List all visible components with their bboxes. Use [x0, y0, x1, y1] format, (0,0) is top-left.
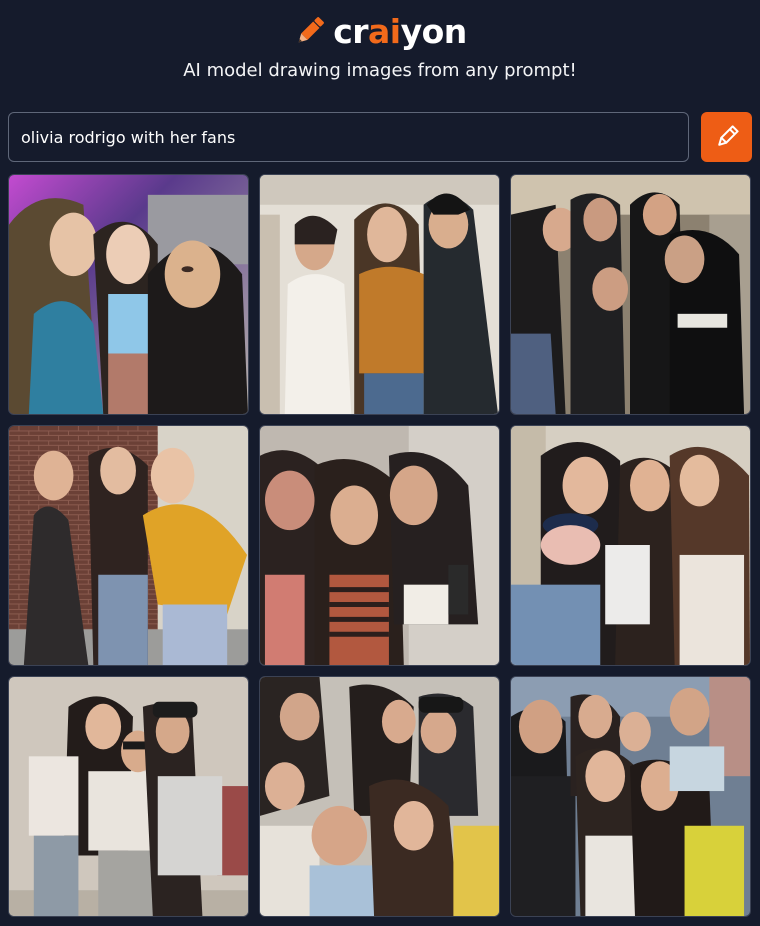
craiyon-page: craiyon AI model drawing images from any…: [0, 0, 760, 926]
result-image-picture: [511, 677, 750, 916]
result-image-5[interactable]: [259, 425, 500, 666]
result-image-9[interactable]: [510, 676, 751, 917]
logo[interactable]: craiyon: [0, 10, 760, 52]
logo-text-accent: ai: [368, 11, 401, 51]
result-image-6[interactable]: [510, 425, 751, 666]
draw-button[interactable]: [701, 112, 752, 162]
result-image-4[interactable]: [8, 425, 249, 666]
pencil-icon: [717, 125, 739, 146]
prompt-input[interactable]: [8, 112, 689, 162]
result-image-picture: [260, 677, 499, 916]
pencil-icon: [298, 17, 325, 43]
result-image-picture: [9, 426, 248, 665]
tagline: AI model drawing images from any prompt!: [183, 60, 577, 81]
logo-text-post: yon: [400, 11, 468, 51]
result-image-picture: [511, 175, 750, 414]
result-image-7[interactable]: [8, 676, 249, 917]
result-image-picture: [511, 426, 750, 665]
results-grid: [8, 174, 752, 918]
logo-text-pre: cr: [333, 11, 369, 51]
result-image-1[interactable]: [8, 174, 249, 415]
result-image-picture: [260, 175, 499, 414]
result-image-3[interactable]: [510, 174, 751, 415]
logo-wordmark: craiyon: [333, 15, 467, 48]
prompt-bar: [8, 112, 752, 162]
result-image-picture: [260, 426, 499, 665]
result-image-8[interactable]: [259, 676, 500, 917]
result-image-picture: [9, 677, 248, 916]
result-image-2[interactable]: [259, 174, 500, 415]
result-image-picture: [9, 175, 248, 414]
